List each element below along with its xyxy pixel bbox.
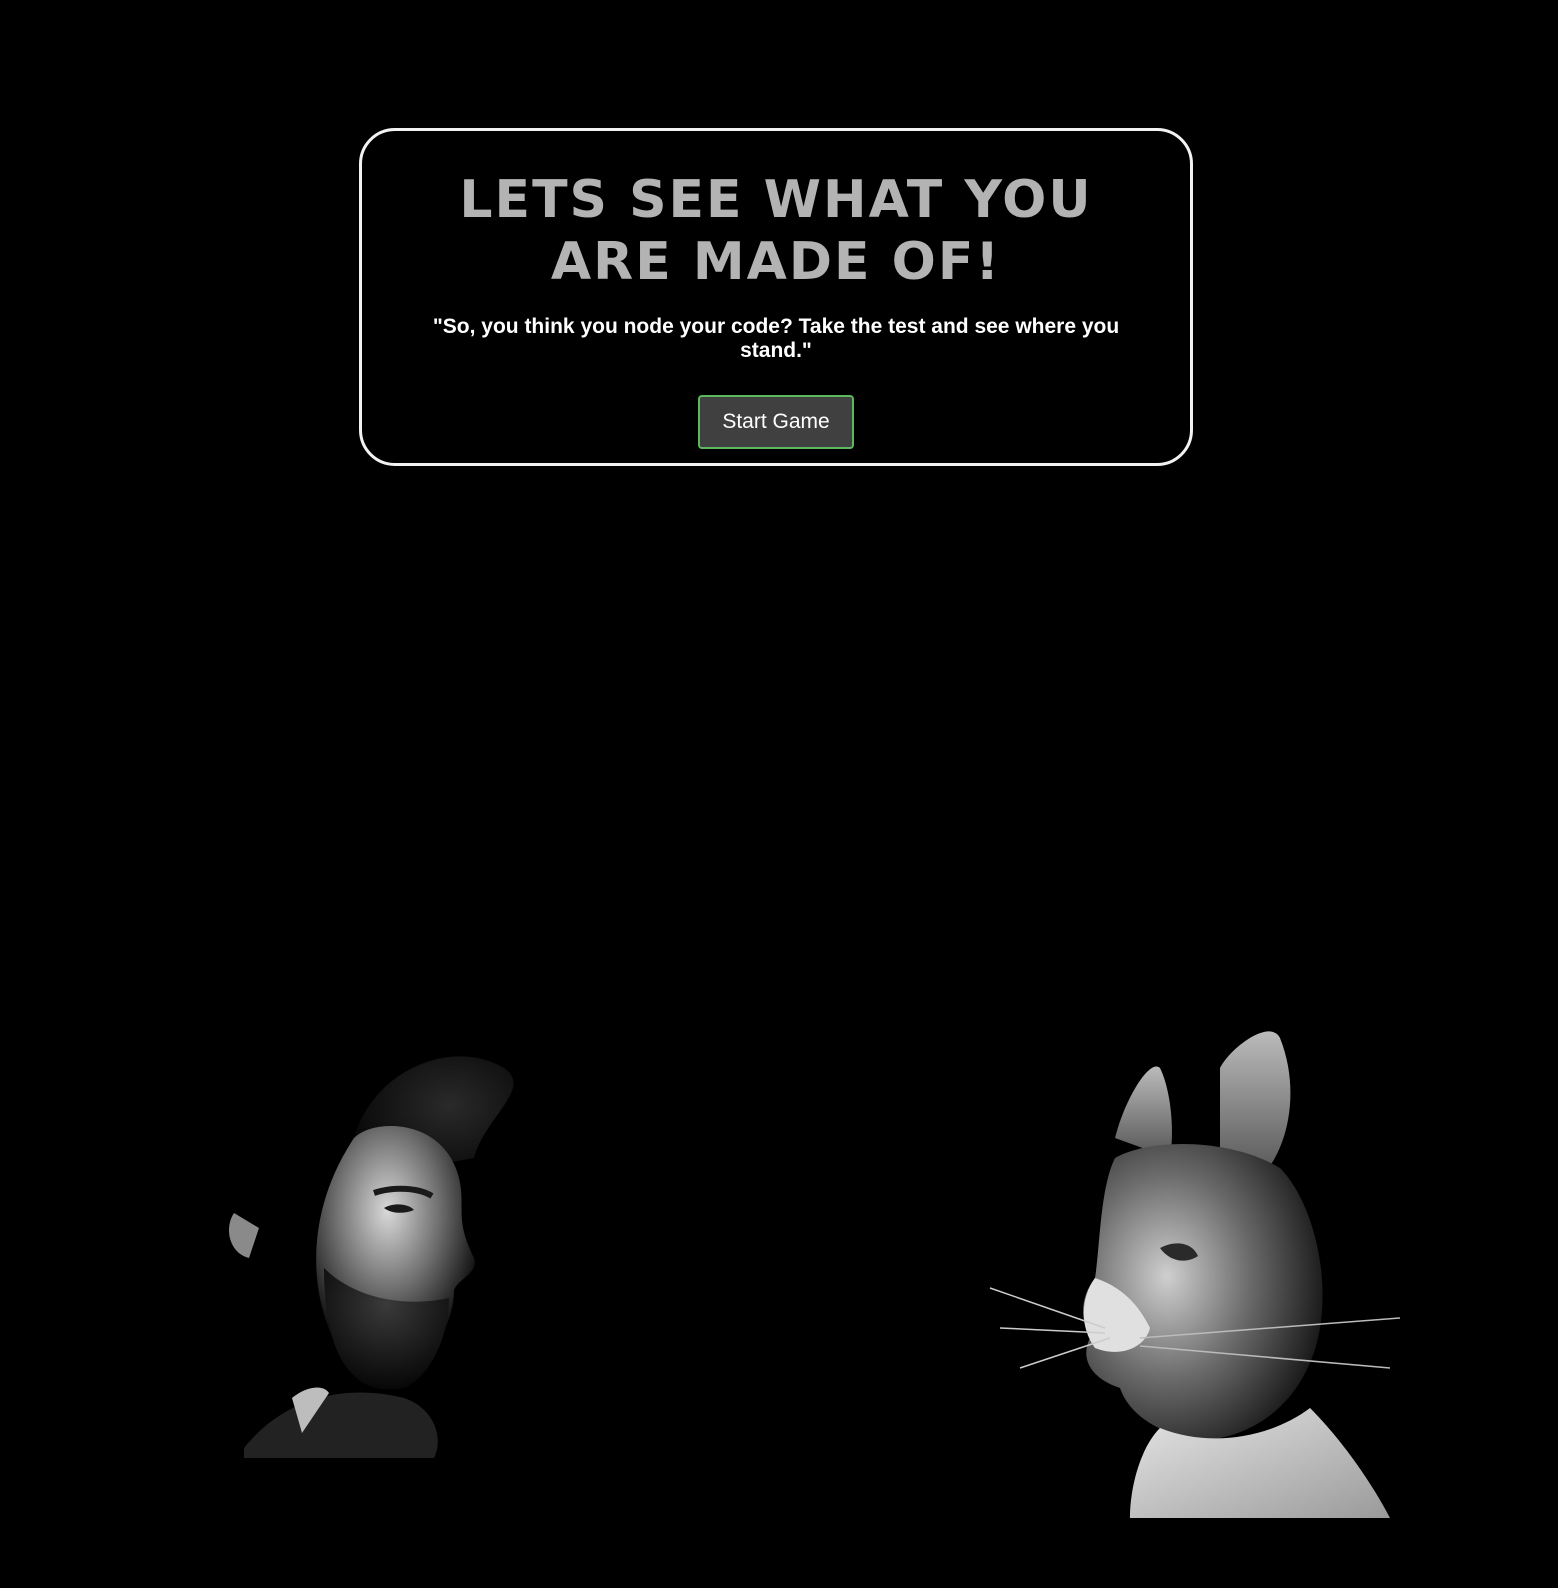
man-silhouette-icon	[229, 1056, 514, 1458]
cat-portrait-image	[930, 1028, 1558, 1588]
cat-silhouette-icon	[989, 1031, 1401, 1518]
tagline: "So, you think you node your code? Take …	[432, 315, 1120, 362]
man-portrait-image	[204, 1028, 764, 1560]
start-game-button[interactable]: Start Game	[698, 395, 854, 449]
page-title: Lets see what you are made of!	[459, 170, 1093, 292]
intro-card: Lets see what you are made of! "So, you …	[359, 128, 1193, 466]
